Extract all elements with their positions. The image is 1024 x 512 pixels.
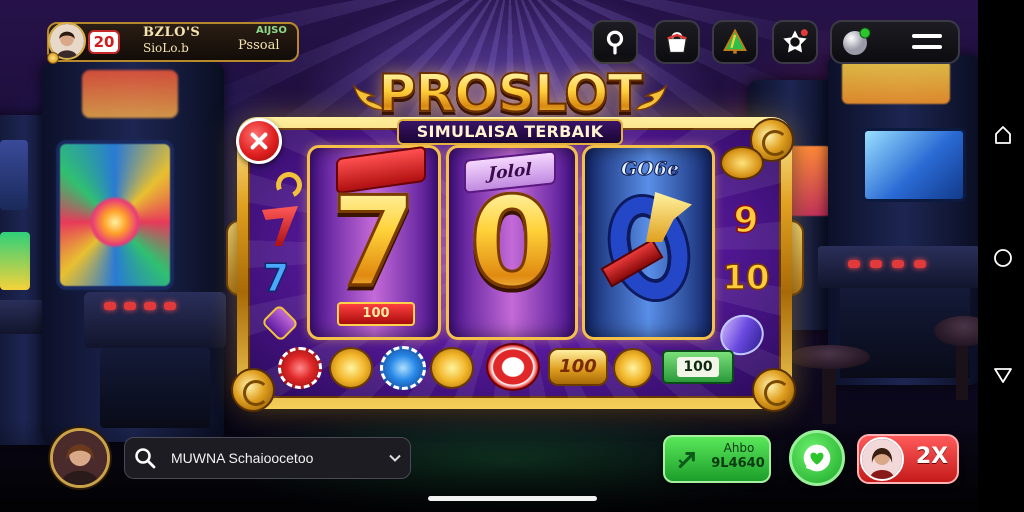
player-stat-label: AIJSO [256, 25, 287, 36]
arcade-screen [0, 232, 30, 290]
arcade-base [100, 348, 210, 428]
back-icon[interactable] [992, 364, 1014, 386]
coin-dot-icon [47, 52, 59, 64]
blue-chip-icon [380, 346, 426, 390]
reel-1-bottom-label: 100 [362, 306, 390, 321]
multiplier-avatar [860, 437, 904, 481]
play-button-value: 9L4640 [711, 456, 765, 471]
gold-coin-icon [430, 347, 474, 389]
avatar-face-icon [862, 439, 902, 479]
frame-ornament [231, 368, 275, 412]
chat-button[interactable] [789, 430, 845, 486]
gold-coin-icon [329, 347, 373, 389]
tree-icon [723, 28, 747, 54]
logo-banner: SIMULAISA TERBAIK [397, 119, 623, 145]
arcade-marquee [82, 70, 178, 118]
reel-1-bottom-ribbon: 100 [337, 302, 415, 326]
money-stack: 100 [662, 350, 734, 384]
shop-button[interactable] [654, 20, 700, 64]
multiplier-label: 2X [915, 444, 949, 469]
player-name: BZLO'S [143, 25, 201, 40]
arcade-panel [818, 246, 978, 288]
arcade-screen [790, 146, 830, 216]
arcade-light [848, 260, 860, 268]
red-chip-icon [278, 347, 322, 389]
player-stat-value: Pssoal [238, 38, 280, 53]
bag-icon [666, 32, 688, 54]
arcade-light [870, 260, 882, 268]
recents-icon[interactable] [992, 124, 1014, 146]
arcade-screen [862, 128, 966, 202]
arcade-wheel-screen [56, 140, 174, 290]
reel-1-symbol: 7 [307, 177, 441, 310]
stool [788, 345, 870, 369]
ball-icon [843, 27, 871, 55]
arcade-panel [84, 292, 226, 348]
arcade-light [164, 302, 176, 310]
search-input[interactable]: MUWNA Schaioocetoo [171, 450, 313, 466]
location-button[interactable] [592, 20, 638, 64]
bottom-avatar[interactable] [50, 428, 110, 488]
profile-ball-button[interactable] [836, 24, 876, 60]
player-level-badge: 20 [88, 30, 120, 54]
star-badge-icon [783, 29, 808, 53]
leaderboard-button[interactable] [712, 20, 758, 64]
arcade-marquee [842, 60, 950, 104]
arcade-light [914, 260, 926, 268]
gold-badge: 100 [548, 348, 608, 386]
right-symbol-nine: 9 [733, 199, 760, 242]
arcade-screen [0, 140, 28, 210]
close-icon [250, 132, 268, 150]
left-symbol-seven: 7 [262, 255, 290, 301]
reel-2-symbol: 0 [446, 177, 578, 310]
gold-badge-label: 100 [559, 356, 597, 377]
play-button-label: Ahbo [723, 441, 755, 455]
menu-button[interactable] [902, 24, 952, 60]
location-icon [606, 30, 624, 55]
right-symbol-ten: 10 [722, 257, 771, 299]
frame-ornament [752, 368, 796, 412]
arcade-light [892, 260, 904, 268]
arcade-light [144, 302, 156, 310]
coin-icon [720, 146, 764, 180]
arcade-light [124, 302, 136, 310]
achievements-button[interactable] [772, 20, 818, 64]
chevron-down-icon[interactable] [385, 448, 405, 468]
logo-title: PROSLOT [360, 63, 660, 125]
game-scene: 7 100 Jolol 0 GO6e 7 9 10 100 100 PROSLO… [0, 0, 978, 512]
red-white-chip-icon [486, 343, 540, 391]
gesture-bar[interactable] [428, 496, 597, 501]
home-icon[interactable] [992, 247, 1014, 269]
player-subtitle: SioLo.b [143, 41, 189, 55]
heart-chat-icon [803, 444, 831, 472]
stool-leg [956, 340, 968, 400]
arrow-icon [678, 451, 695, 469]
stool-leg [822, 364, 836, 424]
avatar-face-icon [53, 431, 107, 485]
money-stack-label: 100 [677, 357, 719, 377]
gold-coin-icon [613, 348, 653, 388]
reel-3-top-label: GO6e [620, 158, 680, 181]
arcade-light [104, 302, 116, 310]
close-button[interactable] [236, 118, 282, 164]
menu-icon [912, 34, 942, 49]
logo-subtitle: SIMULAISA TERBAIK [416, 122, 604, 141]
search-icon [135, 448, 156, 469]
